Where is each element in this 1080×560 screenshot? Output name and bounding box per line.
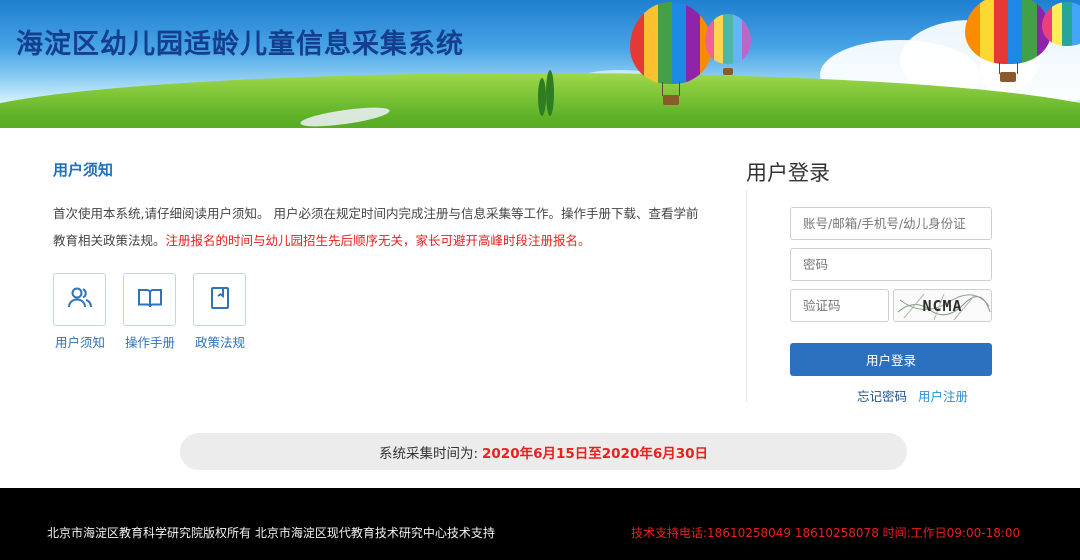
divider (746, 190, 747, 402)
document-icon (206, 284, 234, 316)
hot-air-balloon (965, 0, 1051, 84)
footer-support: 技术支持电话:18610258049 18610258078 时间:工作日09:… (631, 526, 1021, 540)
notice-heading: 用户须知 (53, 161, 114, 179)
tree (546, 70, 554, 116)
hot-air-balloon (1042, 2, 1080, 52)
footer: 北京市海淀区教育科学研究院版权所有 北京市海淀区现代教育技术研究中心技术支持 技… (0, 488, 1080, 560)
register-link[interactable]: 用户注册 (918, 386, 968, 405)
book-icon (136, 284, 164, 316)
users-icon (66, 284, 94, 316)
hot-air-balloon (705, 14, 751, 76)
hot-air-balloon (630, 2, 712, 106)
collection-period-bar: 系统采集时间为: 2020年6月15日至2020年6月30日 (180, 433, 907, 470)
manual-button[interactable] (123, 273, 176, 326)
captcha-text: NCMA (922, 296, 963, 315)
tile-label-manual[interactable]: 操作手册 (110, 332, 190, 351)
period-label: 系统采集时间为: (378, 445, 479, 462)
login-heading: 用户登录 (746, 161, 830, 185)
user-notice-button[interactable] (53, 273, 106, 326)
system-title: 海淀区幼儿园适龄儿童信息采集系统 (16, 29, 464, 60)
tile-label-policy[interactable]: 政策法规 (180, 332, 260, 351)
login-button[interactable]: 用户登录 (790, 343, 992, 376)
forgot-password-link[interactable]: 忘记密码 (857, 386, 907, 405)
footer-copyright: 北京市海淀区教育科学研究院版权所有 北京市海淀区现代教育技术研究中心技术支持 (47, 526, 495, 540)
password-input[interactable] (790, 248, 992, 281)
notice-text: 首次使用本系统,请仔细阅读用户须知。 用户必须在规定时间内完成注册与信息采集等工… (53, 200, 703, 254)
notice-text-warning: 注册报名的时间与幼儿园招生先后顺序无关，家长可避开高峰时段注册报名。 (165, 233, 591, 248)
account-input[interactable] (790, 207, 992, 240)
policy-button[interactable] (193, 273, 246, 326)
tree (538, 78, 546, 116)
captcha-input[interactable] (790, 289, 889, 322)
period-value: 2020年6月15日至2020年6月30日 (482, 445, 709, 462)
header-banner: 海淀区幼儿园适龄儿童信息采集系统 (0, 0, 1080, 128)
tile-label-user-notice[interactable]: 用户须知 (40, 332, 120, 351)
captcha-image[interactable]: NCMA (893, 289, 992, 322)
